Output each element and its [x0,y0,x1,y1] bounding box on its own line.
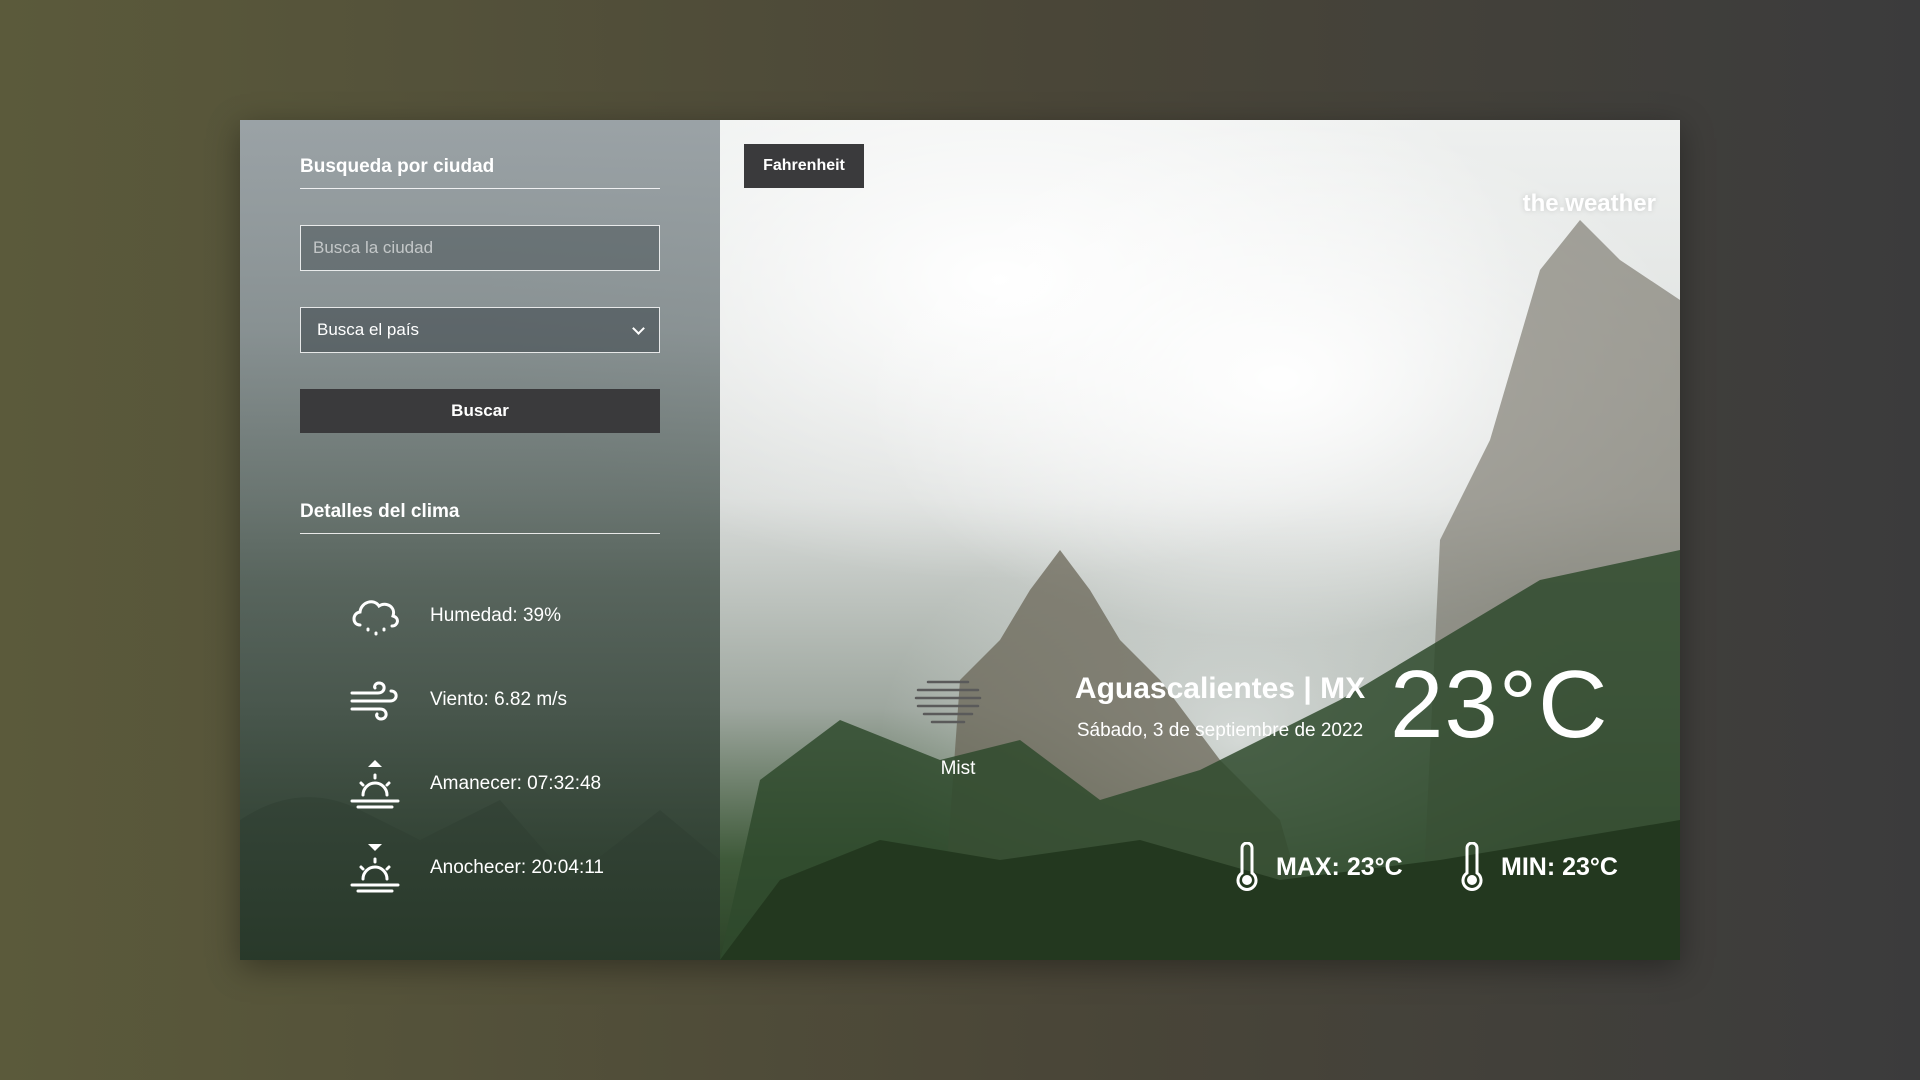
cloud-rain-icon [352,600,399,636]
search-section-title: Busqueda por ciudad [300,156,660,189]
sunset-icon [350,844,400,893]
max-temp: MAX: 23°C [1230,842,1403,892]
detail-sunrise: Amanecer: 07:32:48 [300,742,660,826]
thermometer-icon [1461,842,1483,891]
sidebar: Busqueda por ciudad Busca el país Buscar… [240,120,720,960]
country-select-value: Busca el país [317,320,420,339]
current-date: Sábado, 3 de septiembre de 2022 [1076,720,1364,741]
weather-card: Busqueda por ciudad Busca el país Buscar… [240,120,1680,960]
sunrise-icon [350,760,400,809]
current-temperature: 23°C [1390,651,1609,758]
weather-details-list: Humedad: 39% Viento: 6.82 m/s Amanecer: … [300,574,660,910]
chevron-down-icon [632,321,645,335]
sunrise-text: Amanecer: 07:32:48 [430,773,602,794]
wind-icon [350,681,398,721]
humidity-text: Humedad: 39% [430,605,561,626]
detail-wind: Viento: 6.82 m/s [300,658,660,742]
detail-humidity: Humedad: 39% [300,574,660,658]
min-temp-text: MIN: 23°C [1501,852,1618,881]
unit-toggle-button[interactable]: Fahrenheit [744,144,864,188]
detail-sunset: Anochecer: 20:04:11 [300,826,660,910]
condition-label: Mist [940,758,976,779]
brand-logo: the.weather [1522,190,1656,217]
details-section-title: Detalles del clima [300,501,660,534]
country-select[interactable]: Busca el país [300,307,660,353]
min-temp: MIN: 23°C [1455,842,1618,892]
max-temp-text: MAX: 23°C [1276,852,1403,881]
mist-icon [914,680,982,724]
thermometer-icon [1236,842,1258,891]
city-search-input[interactable] [300,225,660,271]
sunset-text: Anochecer: 20:04:11 [430,857,604,878]
city-name: Aguascalientes | MX [1074,672,1366,705]
wind-text: Viento: 6.82 m/s [430,689,567,710]
search-button[interactable]: Buscar [300,389,660,433]
